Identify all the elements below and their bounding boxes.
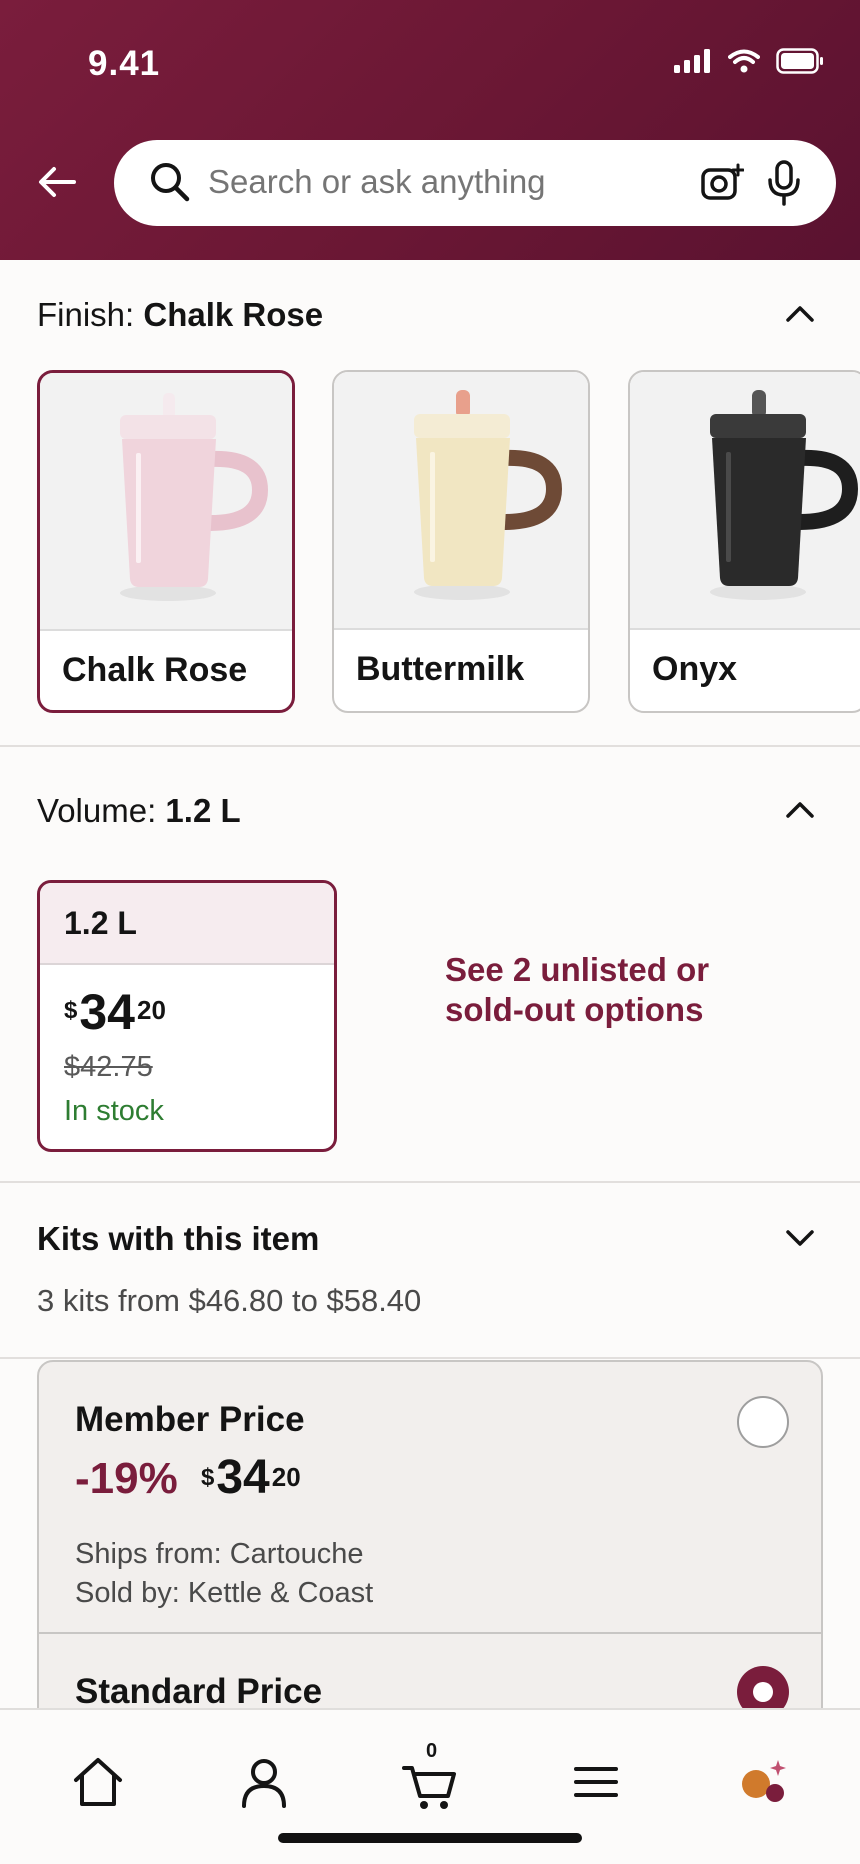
- ships-from: Ships from: Cartouche: [75, 1538, 364, 1570]
- finish-option-label: Buttermilk: [356, 650, 525, 688]
- was-price: $42.75: [64, 1051, 153, 1083]
- chevron-up-icon[interactable]: [780, 294, 820, 334]
- divider: [0, 745, 860, 747]
- tumbler-image: [414, 390, 563, 600]
- price-currency: $: [201, 1464, 215, 1491]
- stock-status: In stock: [64, 1095, 164, 1127]
- chevron-down-icon[interactable]: [780, 1218, 820, 1258]
- status-time: 9.41: [88, 44, 161, 83]
- price-options: Member Price -19% $ 34 20 Ships from: Ca…: [37, 1360, 823, 1730]
- back-arrow-icon[interactable]: [34, 158, 82, 206]
- price-whole: 34: [216, 1451, 270, 1504]
- price-currency: $: [64, 997, 78, 1024]
- member-price-title: Member Price: [75, 1400, 305, 1439]
- search-input[interactable]: Search or ask anything: [208, 163, 546, 201]
- finish-image: [40, 373, 292, 631]
- header: 9.41 Search or ask anything: [0, 0, 860, 260]
- finish-option-chalk-rose[interactable]: Chalk Rose: [37, 370, 295, 713]
- status-icons: [674, 48, 824, 74]
- discount-percent: -19%: [75, 1454, 178, 1503]
- finish-label: Finish: Chalk Rose: [37, 296, 323, 334]
- volume-option-price: $ 34 20: [64, 987, 166, 1037]
- finish-option-label: Chalk Rose: [62, 651, 248, 689]
- volume-option-card[interactable]: 1.2 L $ 34 20 $42.75 In stock: [37, 880, 337, 1152]
- volume-selected-value: 1.2 L: [165, 792, 241, 829]
- volume-option-size: 1.2 L: [40, 883, 334, 965]
- member-price-radio[interactable]: [737, 1396, 789, 1448]
- assistant-icon[interactable]: [732, 1752, 792, 1812]
- home-icon[interactable]: [68, 1752, 128, 1812]
- finish-option-onyx[interactable]: Onyx: [628, 370, 860, 713]
- finish-option-buttermilk[interactable]: Buttermilk: [332, 370, 590, 713]
- member-price-value: $ 34 20: [201, 1454, 301, 1502]
- cart-button[interactable]: 0: [400, 1740, 460, 1812]
- price-cents: 20: [136, 995, 166, 1025]
- battery-icon: [776, 48, 823, 74]
- see-unlisted-options-link[interactable]: See 2 unlisted or sold-out options: [445, 950, 745, 1030]
- tumbler-image: [710, 390, 859, 600]
- divider: [0, 1181, 860, 1183]
- camera-search-icon[interactable]: [700, 162, 744, 204]
- member-price-option[interactable]: Member Price -19% $ 34 20 Ships from: Ca…: [39, 1362, 821, 1634]
- home-indicator: [278, 1833, 582, 1843]
- price-cents: 20: [271, 1462, 301, 1492]
- kits-title: Kits with this item: [37, 1220, 320, 1257]
- price-whole: 34: [79, 984, 135, 1040]
- volume-label: Volume: 1.2 L: [37, 792, 241, 830]
- account-icon[interactable]: [234, 1752, 294, 1812]
- search-bar[interactable]: Search or ask anything: [114, 140, 836, 226]
- volume-label-prefix: Volume:: [37, 792, 157, 829]
- search-icon: [151, 163, 190, 202]
- sold-by: Sold by: Kettle & Coast: [75, 1577, 374, 1609]
- kits-subtitle: 3 kits from $46.80 to $58.40: [37, 1283, 422, 1318]
- microphone-icon[interactable]: [766, 160, 802, 206]
- tumbler-image: [120, 393, 269, 601]
- finish-label-prefix: Finish:: [37, 296, 135, 333]
- standard-price-title: Standard Price: [75, 1672, 323, 1711]
- cart-count: 0: [426, 1740, 438, 1762]
- finish-selected-value: Chalk Rose: [143, 296, 324, 333]
- finish-image: [630, 372, 860, 630]
- finish-image: [334, 372, 588, 630]
- signal-icon: [674, 49, 710, 73]
- finish-option-label: Onyx: [652, 650, 738, 688]
- menu-icon[interactable]: [566, 1752, 626, 1812]
- wifi-icon: [728, 49, 760, 73]
- chevron-up-icon[interactable]: [780, 790, 820, 830]
- divider: [0, 1357, 860, 1359]
